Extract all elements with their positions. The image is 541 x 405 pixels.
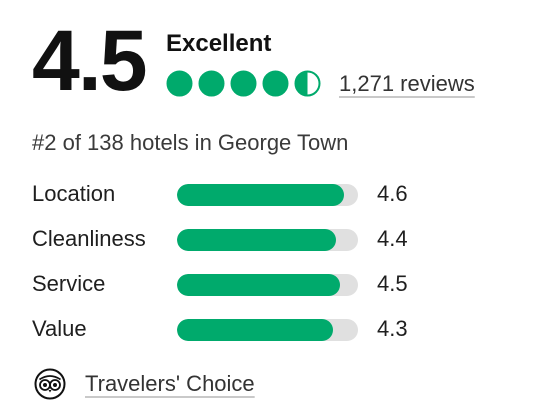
- subrating-service: Service 4.5: [32, 270, 452, 300]
- travelers-choice-link[interactable]: Travelers' Choice: [85, 371, 255, 396]
- bubble-icon: [230, 70, 257, 97]
- subrating-value: 4.5: [377, 271, 408, 296]
- travelers-choice-award: Travelers' Choice: [34, 368, 255, 400]
- bubble-icon: [262, 70, 289, 97]
- hotel-ranking: #2 of 138 hotels in George Town: [32, 130, 349, 155]
- subrating-value: 4.3: [377, 316, 408, 341]
- subrating-bar-fill: [177, 274, 340, 296]
- subrating-label: Service: [32, 271, 106, 296]
- subrating-value: 4.6: [377, 181, 408, 206]
- bubble-icon: [166, 70, 193, 97]
- subrating-value-row: Value 4.3: [32, 315, 452, 345]
- subrating-bar: [177, 319, 358, 341]
- subrating-label: Location: [32, 181, 116, 206]
- bubble-icon: [198, 70, 225, 97]
- subrating-bar: [177, 229, 358, 251]
- owl-icon: [34, 368, 66, 400]
- subrating-bar-fill: [177, 229, 337, 251]
- bubble-icon: [294, 70, 321, 97]
- subrating-label: Value: [32, 316, 87, 341]
- subrating-label: Cleanliness: [32, 226, 146, 251]
- subrating-location: Location 4.6: [32, 180, 452, 210]
- subrating-bar-fill: [177, 184, 344, 206]
- overall-score: 4.5: [32, 13, 148, 109]
- rating-label: Excellent: [166, 30, 272, 57]
- subrating-bar: [177, 184, 358, 206]
- subrating-value: 4.4: [377, 226, 408, 251]
- subrating-bar-fill: [177, 319, 333, 341]
- bubble-rating: [166, 70, 321, 97]
- reviews-count-link[interactable]: 1,271 reviews: [339, 71, 475, 96]
- subrating-bar: [177, 274, 358, 296]
- subrating-cleanliness: Cleanliness 4.4: [32, 225, 452, 255]
